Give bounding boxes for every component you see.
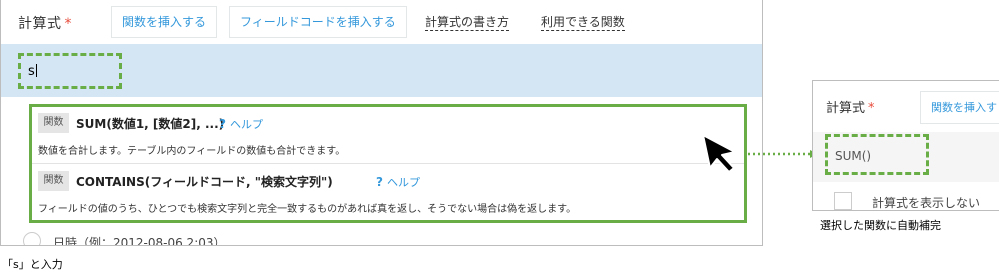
formula-toolbar: 計算式 * 関数を挿入する フィールドコードを挿入する 計算式の書き方 利用できる…: [1, 0, 762, 44]
function-description: 数値を合計します。テーブル内のフィールドの数値も合計できます。: [38, 146, 346, 157]
how-to-write-link[interactable]: 計算式の書き方: [425, 15, 510, 31]
function-signature: CONTAINS(フィールドコード, "検索文字列"): [76, 175, 333, 189]
function-description: フィールドの値のうち、ひとつでも検索文字列と完全一致するものがあれば真を返し、そ…: [38, 204, 577, 215]
insert-field-code-button[interactable]: フィールドコードを挿入する: [229, 6, 407, 38]
insert-function-button[interactable]: 関数を挿入す: [920, 91, 999, 124]
hide-formula-option[interactable]: 計算式を表示しない: [834, 192, 981, 210]
text-caret: [35, 64, 37, 77]
required-mark: *: [64, 16, 72, 32]
help-link[interactable]: ? ヘルプ: [219, 116, 263, 132]
formula-input[interactable]: SUM(): [825, 134, 929, 175]
function-badge: 関数: [38, 113, 69, 133]
mouse-pointer-icon: [702, 134, 736, 173]
help-question-icon: ?: [376, 175, 383, 189]
radio-button[interactable]: [23, 232, 41, 245]
hide-formula-label: 計算式を表示しない: [872, 196, 981, 210]
datetime-option-label: 日時（例：2012-08-06 2:03）: [53, 236, 226, 246]
function-badge: 関数: [38, 171, 69, 191]
caption-type-s: 「s」と入力: [2, 258, 63, 271]
datetime-option[interactable]: 日時（例：2012-08-06 2:03）: [23, 232, 226, 246]
field-label: 計算式 *: [18, 16, 72, 32]
help-question-icon: ?: [219, 117, 226, 131]
function-signature: SUM(数値1, [数値2], ...): [76, 117, 225, 131]
dotted-arrow-icon: [748, 150, 818, 158]
field-label: 計算式 *: [826, 101, 875, 116]
formula-input-row: s: [1, 44, 762, 97]
result-preview-panel: 計算式 * 関数を挿入す SUM() 計算式を表示しない: [812, 80, 999, 211]
caption-autocomplete: 選択した関数に自動補完: [820, 219, 941, 232]
formula-input[interactable]: s: [18, 53, 122, 89]
suggestion-item-contains[interactable]: 関数 CONTAINS(フィールドコード, "検索文字列") ? ヘルプ フィール…: [32, 165, 744, 221]
formula-editor-panel: 計算式 * 関数を挿入する フィールドコードを挿入する 計算式の書き方 利用できる…: [0, 0, 763, 246]
available-functions-link[interactable]: 利用できる関数: [541, 15, 625, 31]
suggestion-item-sum[interactable]: 関数 SUM(数値1, [数値2], ...) ? ヘルプ 数値を合計します。テー…: [32, 107, 744, 164]
insert-function-button[interactable]: 関数を挿入する: [111, 6, 218, 38]
function-suggestion-dropdown: 関数 SUM(数値1, [数値2], ...) ? ヘルプ 数値を合計します。テー…: [29, 104, 747, 223]
required-mark: *: [868, 101, 875, 116]
checkbox[interactable]: [834, 192, 852, 210]
help-link[interactable]: ? ヘルプ: [376, 174, 420, 190]
